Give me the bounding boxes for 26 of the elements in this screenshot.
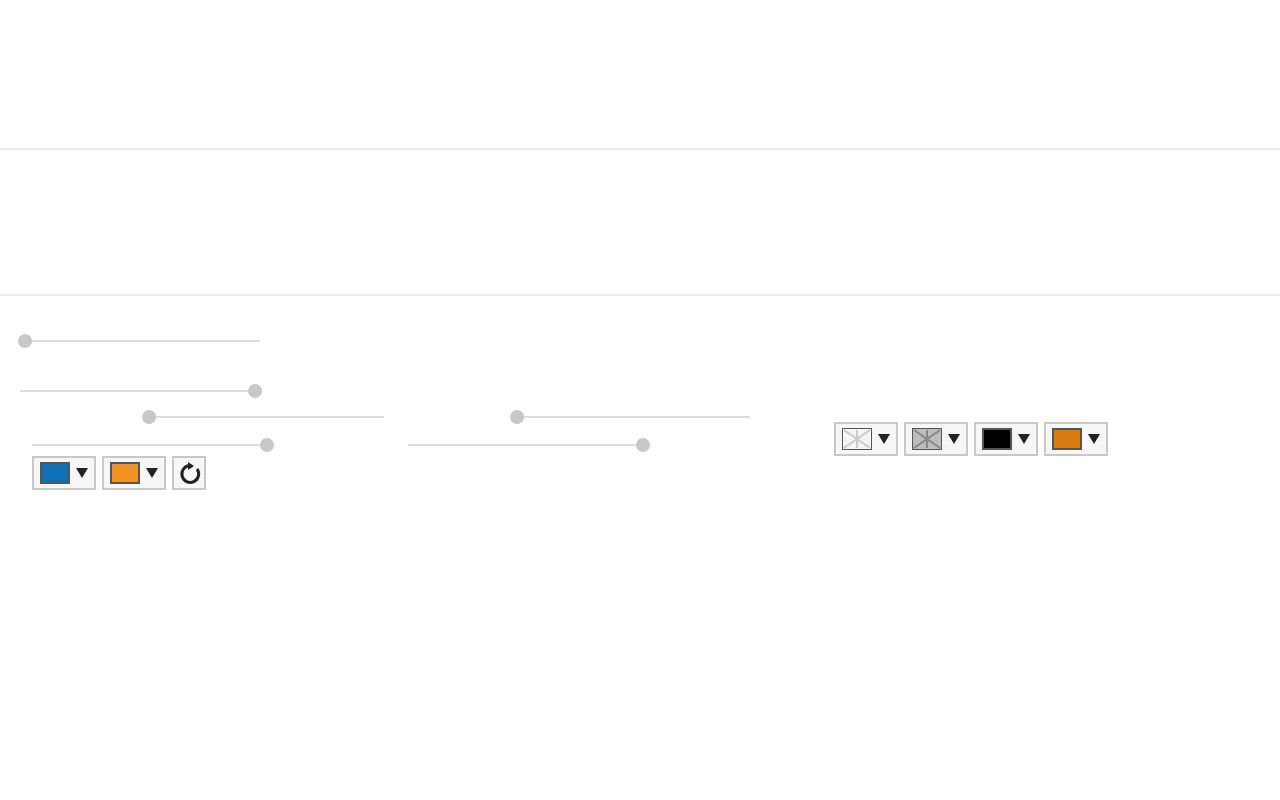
- slider[interactable]: [516, 410, 750, 424]
- slider[interactable]: [146, 410, 384, 424]
- caret-icon: [146, 468, 158, 478]
- slider-thumb[interactable]: [18, 334, 33, 348]
- caret-icon: [948, 434, 960, 444]
- pattern-swatch: [912, 428, 942, 450]
- caret-icon: [76, 468, 88, 478]
- color-picker-button[interactable]: [102, 456, 166, 490]
- pattern-swatch: [842, 428, 872, 450]
- slider[interactable]: [20, 384, 256, 398]
- slider-thumb[interactable]: [510, 410, 524, 424]
- color-picker-button[interactable]: [974, 422, 1038, 456]
- color-picker-button[interactable]: [834, 422, 898, 456]
- color-picker-button[interactable]: [1044, 422, 1108, 456]
- caret-icon: [878, 434, 890, 444]
- reset-button[interactable]: [172, 456, 206, 490]
- caret-icon: [1088, 434, 1100, 444]
- caret-icon: [1018, 434, 1030, 444]
- slider[interactable]: [20, 334, 260, 348]
- reset-icon: [177, 461, 201, 485]
- slider-thumb[interactable]: [247, 384, 262, 398]
- slider-thumb[interactable]: [636, 438, 650, 452]
- slider-thumb[interactable]: [260, 438, 274, 452]
- color-picker-button[interactable]: [904, 422, 968, 456]
- slider-thumb[interactable]: [142, 410, 157, 424]
- color-picker-button[interactable]: [32, 456, 96, 490]
